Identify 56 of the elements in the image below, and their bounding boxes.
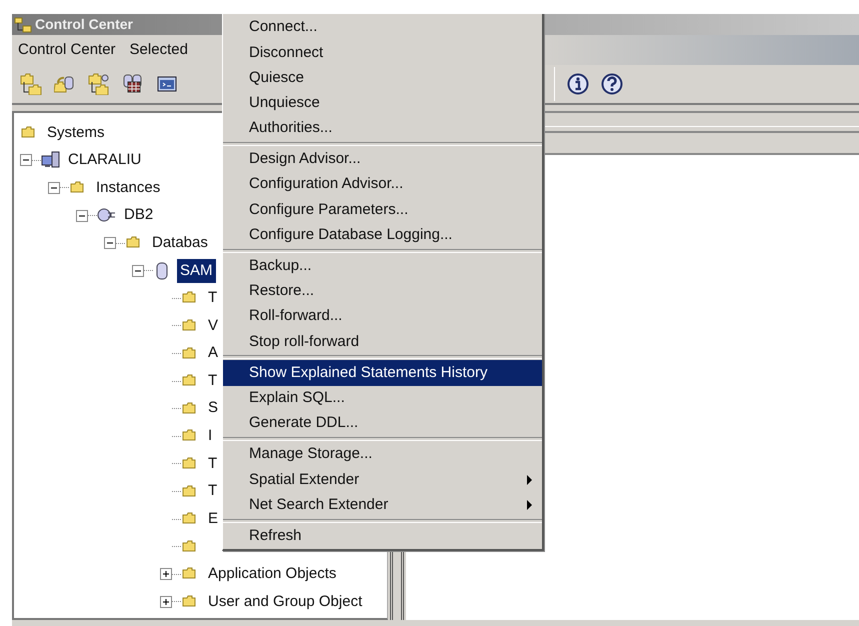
expander-toggle[interactable] bbox=[160, 568, 172, 580]
menu-item[interactable]: Configuration Advisor... bbox=[223, 172, 542, 198]
expander-toggle[interactable] bbox=[48, 182, 60, 194]
menu-item[interactable]: Generate DDL... bbox=[223, 410, 542, 436]
tree-item[interactable]: DB2 bbox=[121, 203, 156, 228]
tree-item[interactable]: Instances bbox=[93, 176, 164, 200]
tree-item[interactable]: Systems bbox=[44, 120, 108, 146]
tree-item[interactable]: A bbox=[205, 341, 222, 366]
menu-item[interactable]: Show Explained Statements History bbox=[223, 360, 542, 386]
tree-item[interactable]: S bbox=[205, 396, 222, 421]
menu-item[interactable]: Control Center bbox=[18, 38, 116, 62]
menu-item[interactable]: Configure Database Logging... bbox=[223, 222, 542, 248]
expander-toggle[interactable] bbox=[76, 210, 88, 222]
tree-item[interactable]: Databas bbox=[149, 230, 211, 256]
tree-item[interactable]: Application Objects bbox=[205, 562, 340, 587]
menu-item[interactable]: Backup... bbox=[223, 254, 542, 279]
menu-item[interactable]: Configure Parameters... bbox=[223, 197, 542, 222]
tree-item[interactable]: T bbox=[205, 286, 220, 311]
menu-item[interactable]: Stop roll-forward bbox=[223, 329, 542, 354]
menu-item[interactable]: Selected bbox=[130, 38, 188, 62]
tree-item[interactable]: SAM bbox=[177, 258, 216, 284]
tree-item[interactable]: E bbox=[205, 506, 222, 532]
tree-folder-icon bbox=[14, 16, 32, 32]
plus-icon bbox=[162, 570, 170, 578]
menu-item[interactable]: Restore... bbox=[223, 278, 542, 304]
expander-toggle[interactable] bbox=[132, 264, 144, 277]
expander-toggle[interactable] bbox=[20, 154, 32, 166]
menu-item[interactable]: Spatial Extender bbox=[223, 467, 542, 492]
menu-item[interactable]: Roll-forward... bbox=[223, 304, 542, 330]
menu-item[interactable]: Quiesce bbox=[223, 65, 542, 91]
menu-item[interactable]: Design Advisor... bbox=[223, 146, 542, 172]
menu-item[interactable]: Unquiesce bbox=[223, 90, 542, 116]
folder-person-icon[interactable] bbox=[88, 73, 110, 95]
info-icon[interactable] bbox=[567, 73, 589, 95]
tree-item[interactable]: V bbox=[205, 314, 222, 338]
tree-item[interactable]: User and Group Object bbox=[205, 590, 366, 614]
tree-item[interactable]: T bbox=[205, 368, 220, 394]
menu-item[interactable]: Explain SQL... bbox=[223, 386, 542, 411]
computer-icon bbox=[41, 151, 61, 170]
window-title: Control Center bbox=[35, 15, 133, 34]
tree-item[interactable]: T bbox=[205, 452, 220, 476]
menu-item[interactable]: Manage Storage... bbox=[223, 442, 542, 468]
plus-icon bbox=[162, 598, 170, 606]
database-grid-icon[interactable] bbox=[122, 73, 144, 95]
menu-item[interactable]: Authorities... bbox=[223, 116, 542, 141]
tree-item[interactable]: CLARALIU bbox=[65, 148, 144, 173]
menu-item[interactable]: Net Search Extender bbox=[223, 492, 542, 518]
menu-item[interactable]: Disconnect bbox=[223, 40, 542, 66]
help-icon[interactable] bbox=[601, 73, 623, 95]
expander-toggle[interactable] bbox=[104, 237, 116, 250]
tree-item[interactable]: I bbox=[205, 424, 216, 449]
expander-toggle[interactable] bbox=[160, 596, 172, 608]
menu-item[interactable]: Connect... bbox=[223, 15, 542, 40]
tree-item[interactable]: T bbox=[205, 479, 220, 504]
menu-item[interactable]: Refresh bbox=[223, 524, 542, 549]
tree-folder-icon[interactable] bbox=[20, 73, 42, 95]
